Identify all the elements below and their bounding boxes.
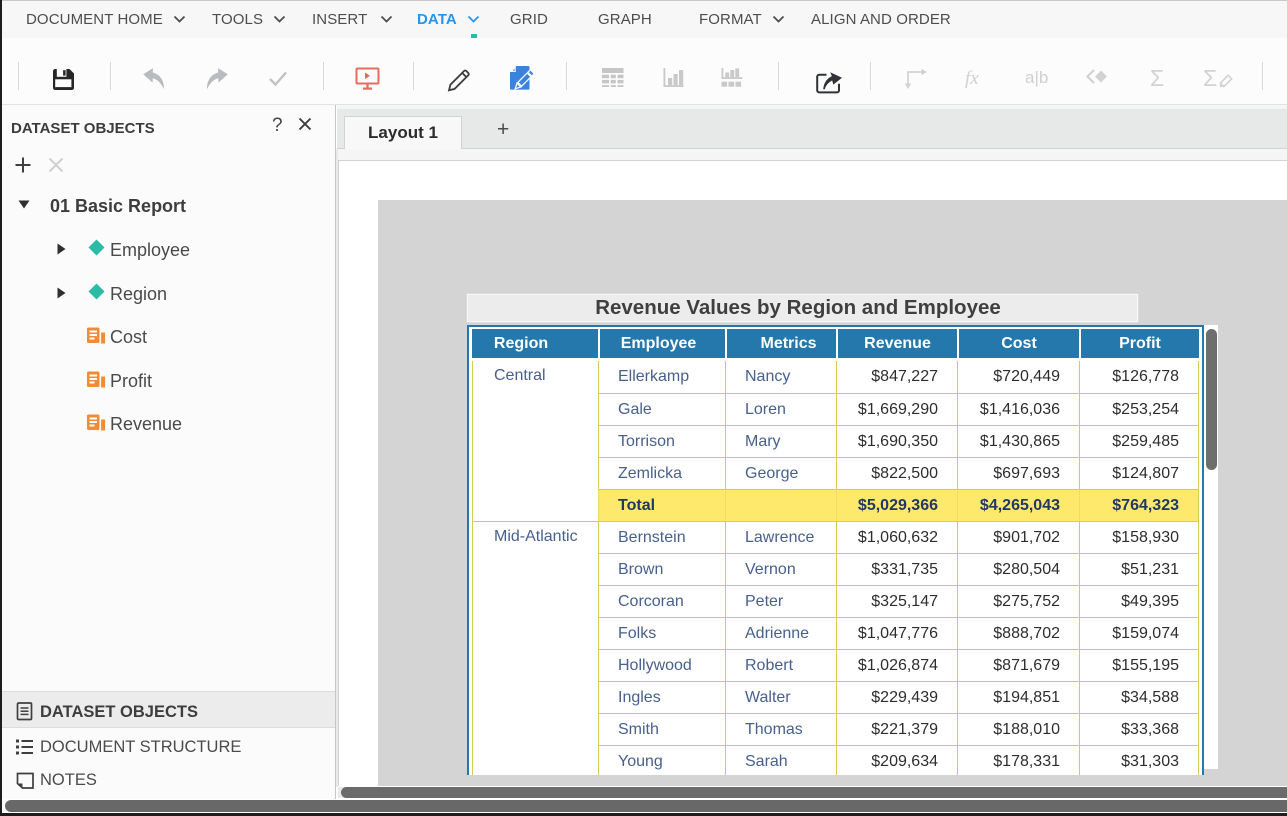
svg-text:Σ: Σ	[1203, 65, 1217, 91]
svg-text:a|b: a|b	[1025, 68, 1048, 87]
svg-text:fx: fx	[965, 68, 979, 89]
svg-text:Σ: Σ	[1150, 65, 1164, 91]
